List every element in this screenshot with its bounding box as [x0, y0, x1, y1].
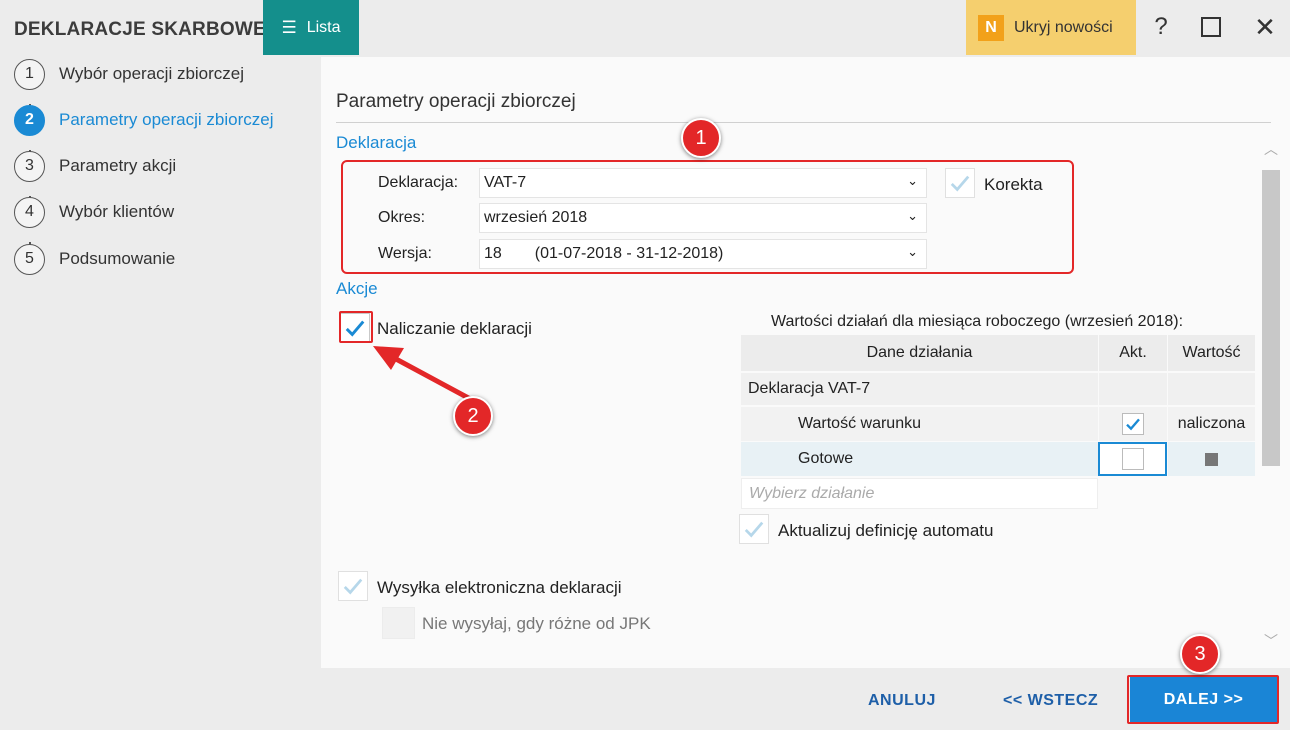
help-button[interactable]: ? [1146, 12, 1176, 42]
annotation-badge-1: 1 [681, 118, 721, 158]
scrollbar-thumb[interactable] [1262, 170, 1280, 466]
step-label: Parametry operacji zbiorczej [59, 110, 274, 129]
no-send-label: Nie wysyłaj, gdy różne od JPK [422, 614, 651, 633]
hide-news-button[interactable]: N Ukryj nowości [966, 0, 1136, 55]
action-name: Gotowe [741, 442, 1098, 476]
table-header-row: Dane działania Akt. Wartość [741, 335, 1255, 371]
auto-update-checkbox[interactable] [739, 514, 769, 544]
news-badge-icon: N [978, 14, 1004, 41]
table-header[interactable]: Akt. [1098, 335, 1167, 371]
no-send-checkbox[interactable] [382, 607, 415, 639]
step-item-1[interactable]: 1 Wybór operacji zbiorczej [14, 58, 244, 90]
annotation-badge-2: 2 [453, 396, 493, 436]
cancel-button[interactable]: ANULUJ [868, 692, 936, 710]
checkmark-icon [1126, 418, 1140, 431]
title-divider [336, 122, 1271, 123]
table-group-row[interactable]: Deklaracja VAT-7 [741, 373, 1255, 405]
section-actions: Akcje [336, 279, 378, 298]
table-group-label: Deklaracja VAT-7 [741, 373, 1098, 405]
indeterminate-icon [1205, 452, 1218, 466]
close-icon: ✕ [1254, 11, 1276, 42]
step-label: Wybór klientów [59, 202, 175, 221]
close-button[interactable]: ✕ [1250, 12, 1280, 42]
step-label: Parametry akcji [59, 156, 177, 175]
annotation-badge-3: 3 [1180, 634, 1220, 674]
list-button-label: Lista [306, 18, 341, 36]
action-name: Wartość warunku [741, 407, 1098, 441]
maximize-button[interactable] [1196, 12, 1226, 42]
checkmark-icon [343, 578, 363, 595]
step-item-2[interactable]: 2 Parametry operacji zbiorczej [14, 104, 273, 136]
list-button[interactable]: ☰ Lista [263, 0, 359, 55]
table-cell [1098, 373, 1167, 405]
scroll-down-icon[interactable]: ﹀ [1264, 631, 1278, 651]
active-checkbox[interactable] [1122, 413, 1144, 435]
table-header[interactable]: Dane działania [741, 335, 1098, 371]
table-row[interactable]: Gotowe [741, 442, 1255, 476]
actions-table-caption: Wartości działań dla miesiąca roboczego … [771, 313, 1184, 330]
table-cell [1167, 373, 1255, 405]
step-number: 3 [14, 150, 45, 182]
page-title: Parametry operacji zbiorczej [336, 91, 576, 112]
scroll-up-icon[interactable]: ︿ [1264, 139, 1278, 159]
main-panel: Parametry operacji zbiorczej ︿ ﹀ Deklara… [321, 57, 1290, 668]
help-icon: ? [1154, 13, 1168, 40]
table-cell [1098, 442, 1167, 476]
step-number: 1 [14, 58, 45, 90]
title-bar: DEKLARACJE SKARBOWE ☰ Lista N Ukryj nowo… [0, 0, 1290, 55]
table-cell[interactable] [1167, 442, 1255, 476]
step-label: Wybór operacji zbiorczej [59, 64, 245, 83]
choose-action-input[interactable]: Wybierz działanie [741, 478, 1098, 509]
table-row[interactable]: Wartość warunku naliczona [741, 407, 1255, 441]
step-item-4[interactable]: 4 Wybór klientów [14, 196, 174, 228]
step-number: 4 [14, 196, 45, 228]
action-value[interactable]: naliczona [1167, 407, 1255, 441]
checkmark-icon [744, 521, 764, 538]
app-title: DEKLARACJE SKARBOWE [14, 19, 266, 40]
step-number: 5 [14, 243, 45, 275]
hide-news-label: Ukryj nowości [1014, 18, 1113, 36]
step-number: 2 [14, 104, 45, 136]
annotation-box-1 [341, 160, 1074, 274]
active-checkbox[interactable] [1122, 448, 1144, 470]
electronic-send-label: Wysyłka elektroniczna deklaracji [377, 578, 622, 597]
step-item-3[interactable]: 3 Parametry akcji [14, 150, 176, 182]
annotation-box-3 [1127, 675, 1279, 724]
table-cell [1098, 407, 1167, 441]
calculate-declaration-label: Naliczanie deklaracji [377, 319, 532, 338]
maximize-icon [1201, 17, 1221, 37]
step-label: Podsumowanie [59, 249, 176, 268]
table-header[interactable]: Wartość [1167, 335, 1255, 371]
back-button[interactable]: << WSTECZ [1003, 692, 1098, 710]
section-declaration: Deklaracja [336, 133, 417, 152]
hamburger-icon: ☰ [281, 17, 297, 37]
auto-update-label: Aktualizuj definicję automatu [778, 521, 994, 540]
step-item-5[interactable]: 5 Podsumowanie [14, 243, 175, 275]
electronic-send-checkbox[interactable] [338, 571, 368, 601]
